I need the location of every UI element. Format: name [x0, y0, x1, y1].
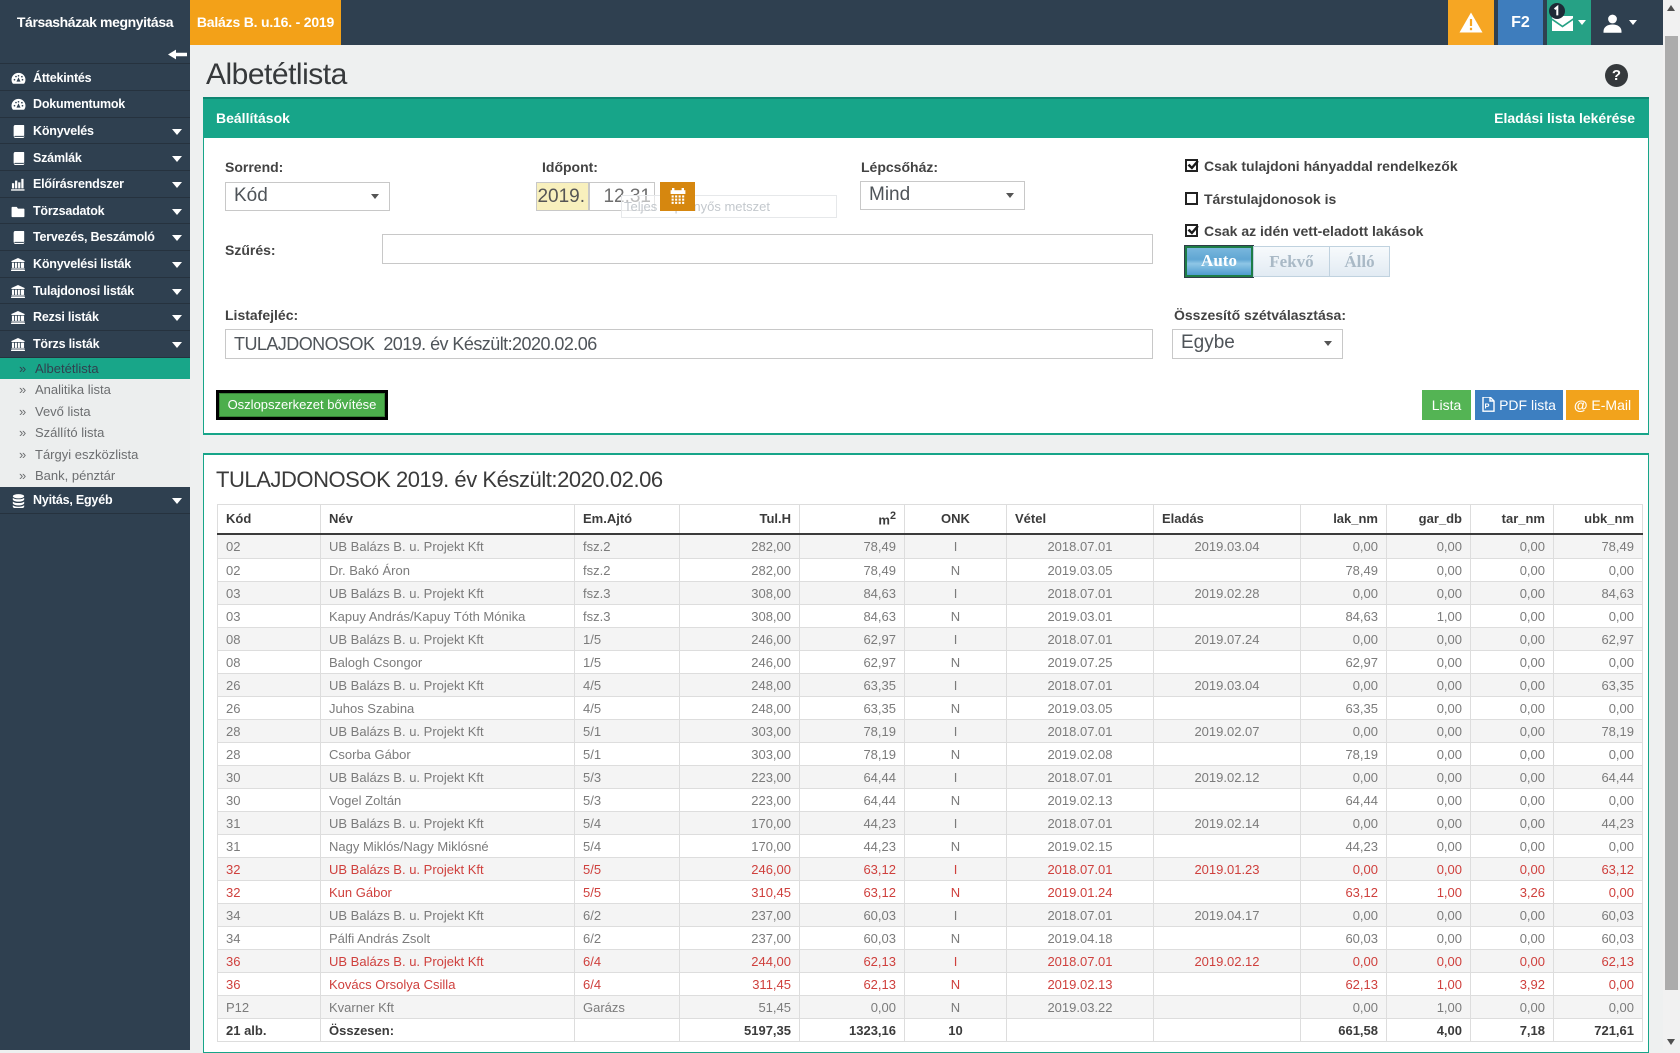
svg-text:P: P [1485, 402, 1490, 411]
